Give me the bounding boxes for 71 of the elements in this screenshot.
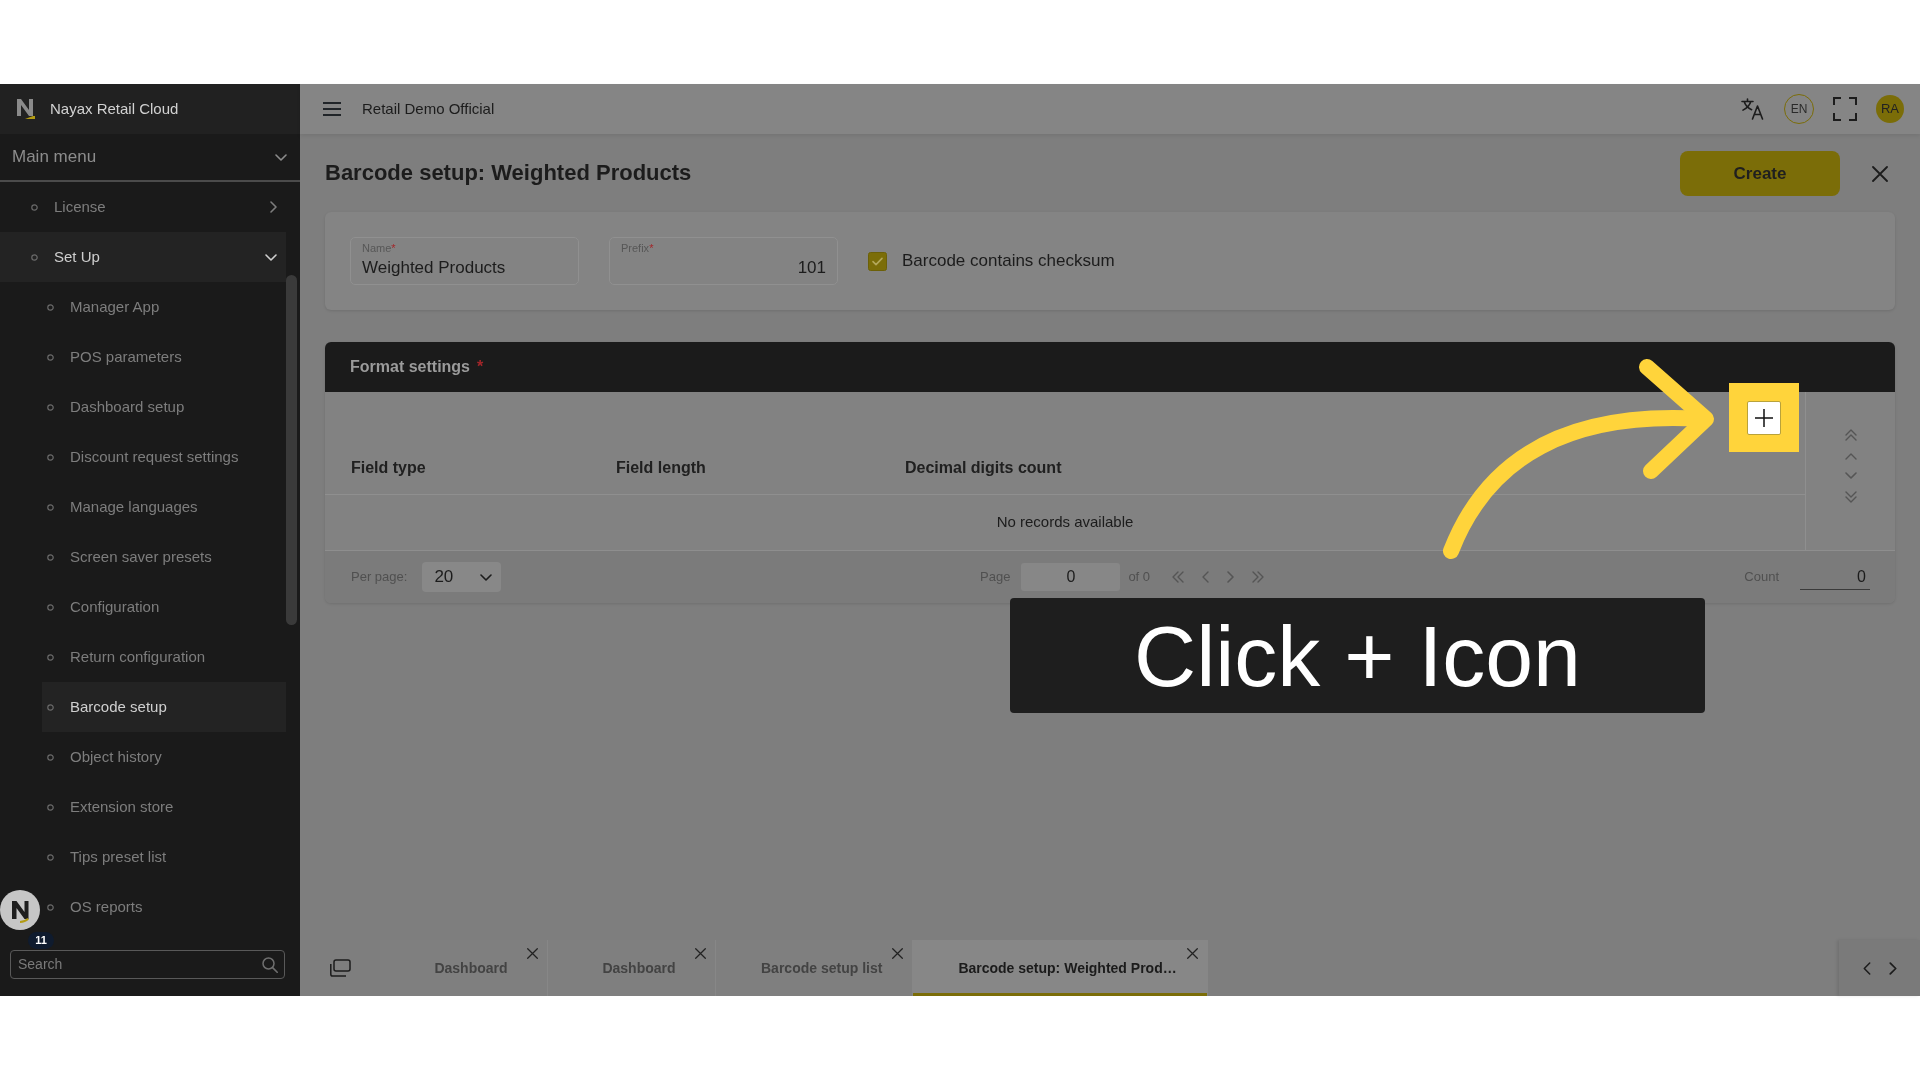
page-field[interactable]: 0 [1021,563,1121,591]
sidebar-item[interactable]: Manage languages [42,482,286,532]
sidebar-item[interactable]: Manager App [42,282,286,332]
chevron-down-icon [275,153,287,161]
sidebar-item[interactable]: Return configuration [42,632,286,682]
bullet-icon [47,353,54,361]
page-title: Barcode setup: Weighted Products [325,160,692,187]
plus-icon [1755,408,1773,427]
search-input[interactable]: Search [18,954,262,975]
checkbox[interactable] [868,251,887,271]
fullscreen-icon[interactable] [1833,97,1857,121]
create-button[interactable]: Create [1680,151,1840,196]
translate-icon[interactable] [1741,98,1765,120]
bullet-icon [47,703,54,711]
company-name: Retail Demo Official [362,98,495,119]
bullet-icon [31,253,38,261]
user-avatar[interactable]: RA [1876,95,1904,123]
bullet-icon [47,903,54,911]
logo-icon[interactable] [0,890,40,930]
bullet-icon [47,603,54,611]
add-button[interactable] [1747,400,1781,435]
sidebar-item[interactable]: License [0,182,286,232]
sidebar-item[interactable]: Discount request settings [42,432,286,482]
field-input[interactable]: 101 [621,255,826,281]
search-field[interactable]: Search [10,950,285,979]
search-icon[interactable] [262,956,278,973]
close-icon[interactable] [527,948,538,959]
sidebar-item[interactable]: OS reports [42,882,286,932]
bullet-icon [47,303,54,311]
per-page-select[interactable]: 20 [422,562,502,592]
tutorial-caption: Click + Icon [1010,598,1705,713]
chevron-left-icon[interactable] [1862,961,1871,975]
bullet-icon [47,503,54,511]
close-icon[interactable] [1186,948,1198,959]
bullet-icon [47,653,54,661]
bullet-icon [47,453,54,461]
logo-icon [17,99,35,119]
sidebar-item[interactable]: Screen saver presets [42,532,286,582]
column-header: Field type [351,458,427,478]
notification-count: 11 [28,932,54,949]
sidebar-item[interactable]: Tips preset list [42,832,286,882]
column-header: Field length [616,458,707,478]
sidebar-item[interactable]: Barcode setup [42,682,286,732]
sidebar-item[interactable]: Extension store [42,782,286,832]
bullet-icon [47,853,54,861]
sidebar-item[interactable]: Set Up [0,232,286,282]
sidebar-item[interactable]: Dashboard setup [42,382,286,432]
bullet-icon [31,203,38,211]
sidebar-item[interactable]: POS parameters [42,332,286,382]
bullet-icon [47,753,54,761]
sidebar-item[interactable]: Object history [42,732,286,782]
field-input[interactable]: Weighted Products [362,255,567,281]
scrollbar-thumb[interactable] [286,275,297,625]
count-field[interactable]: 0 [1800,564,1870,590]
column-header: Decimal digits count [905,458,1062,478]
stacked-windows-icon[interactable] [329,959,351,977]
sidebar-item[interactable]: Configuration [42,582,286,632]
brand-name: Nayax Retail Cloud [50,98,179,119]
close-icon[interactable] [1872,165,1888,182]
close-icon[interactable] [892,948,904,959]
bullet-icon [47,803,54,811]
bullet-icon [47,403,54,411]
chevron-right-icon[interactable] [1888,961,1897,975]
bullet-icon [47,553,54,561]
section-title: Format settings * [350,357,484,377]
chevron-down-icon [480,573,493,581]
tab[interactable]: Barcode setup: Weighted Prod… [913,940,1208,996]
close-icon[interactable] [695,948,706,959]
menu-icon[interactable] [323,102,341,116]
checkbox-label: Barcode contains checksum [902,250,1115,273]
empty-message: No records available [996,512,1134,533]
